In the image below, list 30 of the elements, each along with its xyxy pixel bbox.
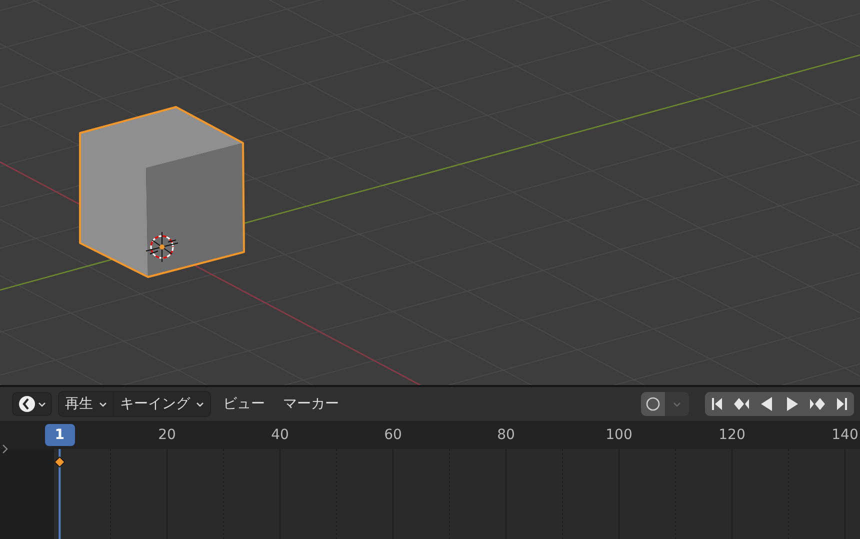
frame-number: 140 <box>832 427 858 443</box>
dropdown-menu[interactable]: キーイング <box>113 392 210 416</box>
frame-number: 100 <box>606 427 632 443</box>
jump-end-icon <box>836 397 848 411</box>
next-keyframe-icon <box>809 398 825 410</box>
jump-start-icon <box>711 397 723 411</box>
previous-keyframe-icon <box>734 398 750 410</box>
expand-chevron-icon[interactable] <box>2 444 8 454</box>
chevron-down-icon <box>196 402 204 406</box>
auto-keying-toggle[interactable] <box>641 392 665 416</box>
editor-type-button[interactable] <box>12 392 52 416</box>
play-icon <box>786 397 798 411</box>
play-reverse-icon <box>761 397 773 411</box>
menu-item[interactable]: ビュー <box>217 395 271 413</box>
record-icon <box>646 397 660 411</box>
current-frame-indicator[interactable]: 1 <box>44 424 75 446</box>
3d-cursor-icon <box>146 232 178 262</box>
menu-item[interactable]: マーカー <box>277 395 345 413</box>
chevron-down-icon <box>38 402 46 406</box>
cube-drawing[interactable] <box>79 106 245 278</box>
3d-viewport[interactable] <box>0 0 860 387</box>
frame-number: 120 <box>718 427 746 443</box>
chevron-down-icon <box>99 402 107 406</box>
frame-number: 20 <box>158 427 176 443</box>
frame-number: 40 <box>271 427 289 443</box>
dropdown-menu[interactable]: 再生 <box>59 392 113 416</box>
chevron-down-icon <box>673 402 681 406</box>
frame-number: 60 <box>384 427 402 443</box>
frame-ruler[interactable]: 1 20 40 60 80 100 120 140 <box>0 421 860 449</box>
frame-number: 80 <box>497 427 515 443</box>
